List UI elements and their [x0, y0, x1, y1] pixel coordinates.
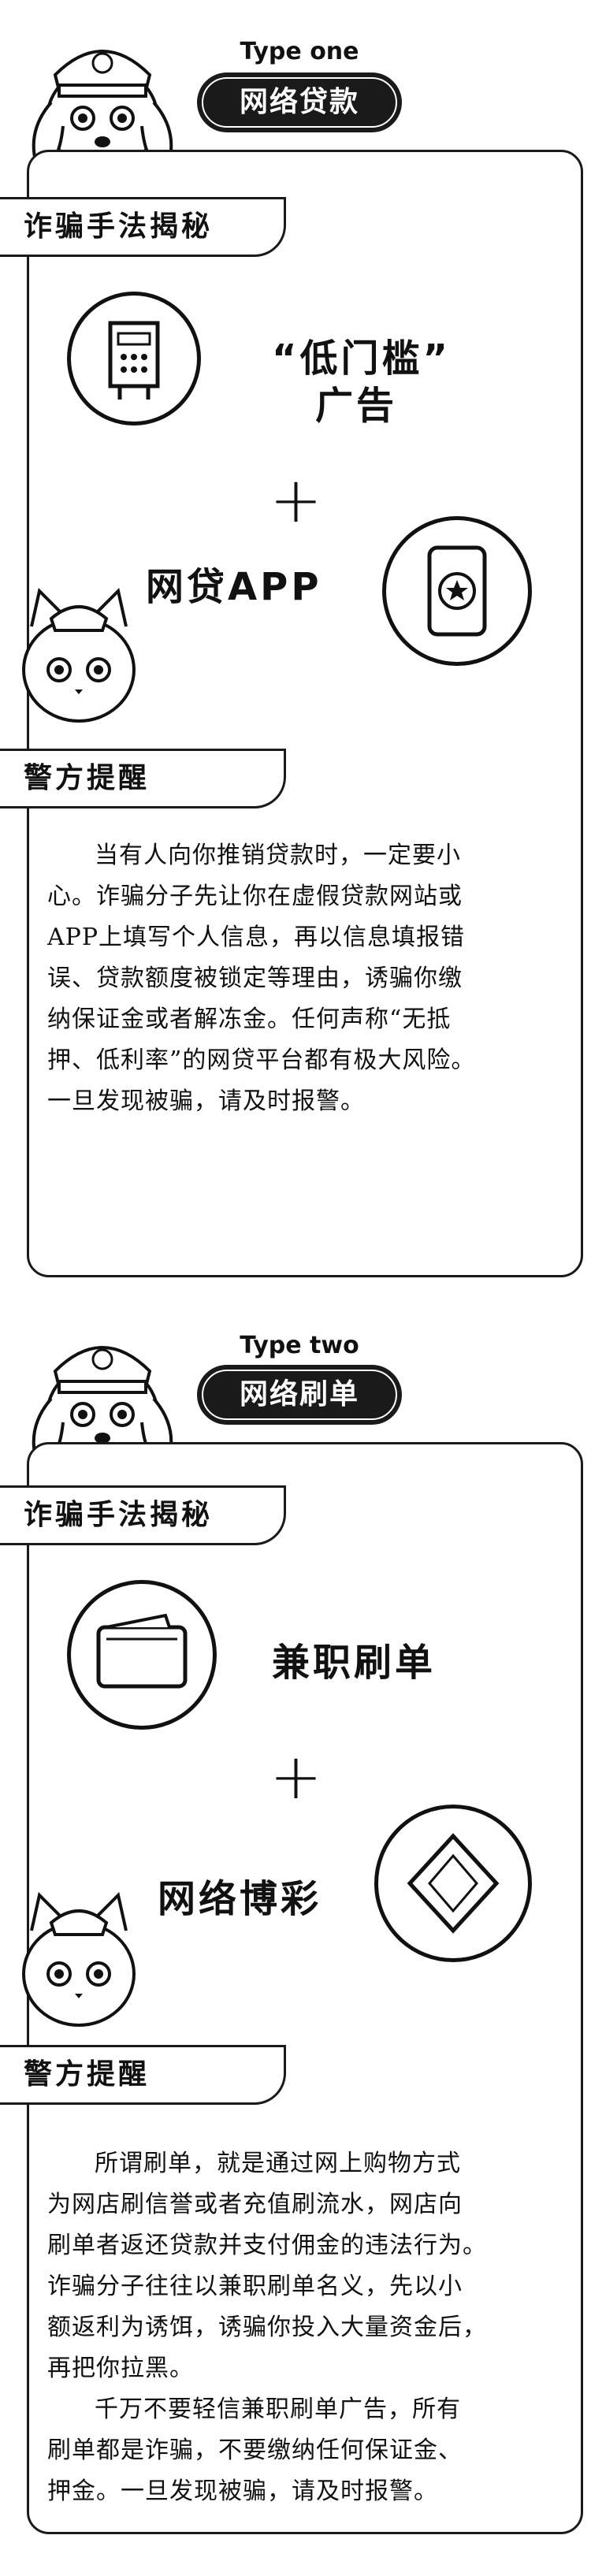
ad-label-line2: 广告: [315, 384, 398, 428]
warning-text: 当有人向你推销贷款时，一定要小 心。诈骗分子先让你在虚假贷款网站或 APP上填写…: [47, 842, 476, 1115]
plus-sign: +: [269, 1740, 323, 1813]
section-title: 网络刷单: [197, 1365, 402, 1425]
job-label: 兼职刷单: [272, 1641, 437, 1685]
section-title: 网络贷款: [197, 72, 402, 132]
wallet-icon: [67, 1580, 217, 1730]
plus-sign: +: [269, 463, 323, 537]
warning-tag: 警方提醒: [0, 749, 286, 808]
warning-text-2: 千万不要轻信兼职刷单广告，所有 刷单都是诈骗，不要缴纳任何保证金、 押金。一旦发…: [47, 2396, 463, 2505]
warning-text-1: 所谓刷单，就是通过网上购物方式 为网店刷信誉或者充值刷流水，网店向 刷单者返还贷…: [47, 2150, 487, 2382]
app-label: 网贷APP: [146, 565, 322, 609]
method-tag: 诈骗手法揭秘: [0, 197, 286, 257]
phone-app-icon: [382, 516, 532, 666]
police-cat-mascot-icon: [22, 588, 136, 723]
billboard-icon: [67, 292, 201, 426]
gambling-card-icon: [374, 1805, 532, 1962]
method-tag: 诈骗手法揭秘: [0, 1485, 286, 1545]
type-label: Type one: [240, 38, 359, 65]
type-label: Type two: [240, 1332, 359, 1359]
warning-tag: 警方提醒: [0, 2045, 286, 2105]
police-cat-mascot-icon: [22, 1892, 136, 2027]
gamble-label: 网络博彩: [158, 1877, 322, 1921]
